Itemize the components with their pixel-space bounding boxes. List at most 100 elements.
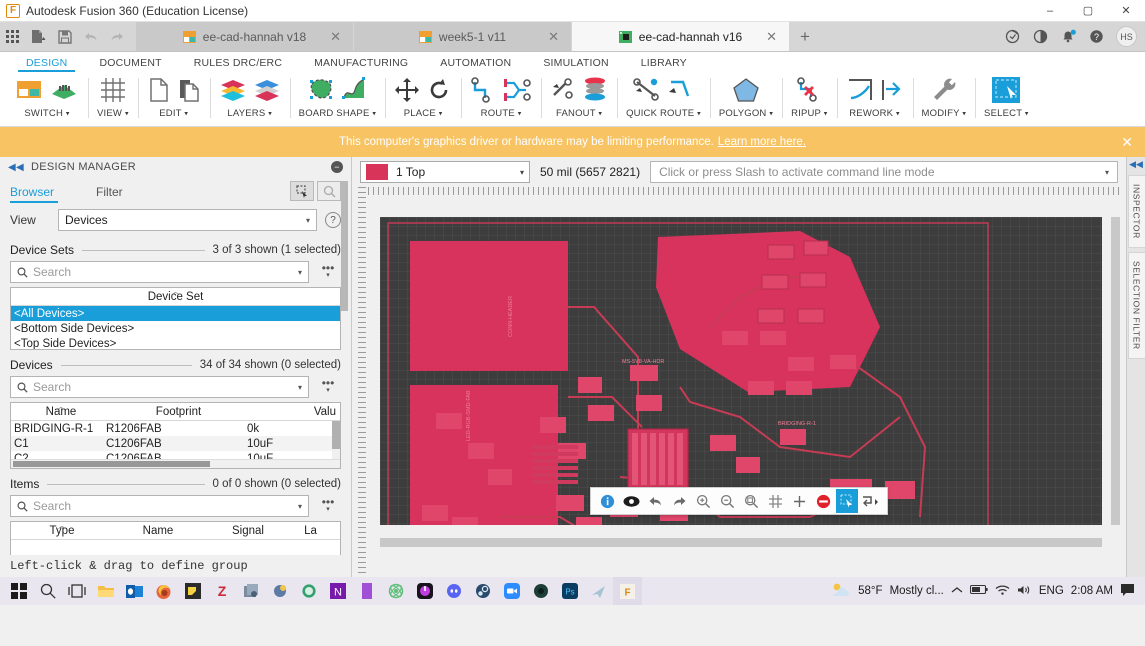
device-sets-list[interactable]: ︿ Device Set <All Devices> <Bottom Side … bbox=[10, 287, 341, 350]
chevron-down-icon[interactable]: ▾ bbox=[268, 110, 272, 117]
tab-browser[interactable]: Browser bbox=[10, 185, 68, 203]
column-layer[interactable]: La bbox=[293, 525, 328, 537]
ribbon-group-place[interactable]: PLACE ▾ bbox=[385, 72, 461, 126]
ribbon-group-ripup[interactable]: RIPUP ▾ bbox=[782, 72, 836, 126]
select-mode-button[interactable] bbox=[290, 181, 314, 201]
ribbon-group-select[interactable]: SELECT ▾ bbox=[975, 72, 1038, 126]
board-outline-icon[interactable] bbox=[307, 76, 335, 107]
wrench-icon[interactable] bbox=[930, 76, 958, 107]
firefox-icon[interactable] bbox=[149, 577, 178, 605]
chevron-down-icon[interactable]: ▾ bbox=[769, 110, 773, 117]
zoom-in-icon[interactable] bbox=[692, 489, 714, 513]
tab-ee-cad-hannah-v18[interactable]: ee-cad-hannah v18 ✕ bbox=[136, 22, 354, 51]
switch-to-schematic-icon[interactable] bbox=[15, 77, 43, 106]
zoom-out-icon[interactable] bbox=[716, 489, 738, 513]
app-icon-9[interactable] bbox=[265, 577, 294, 605]
device-sets-more-button[interactable]: ••• ▾ bbox=[315, 265, 341, 279]
tab-week5-1-v11[interactable]: week5-1 v11 ✕ bbox=[354, 22, 572, 51]
canvas-vertical-scrollbar[interactable] bbox=[1111, 217, 1120, 525]
fanout-icon[interactable] bbox=[550, 77, 576, 106]
canvas-horizontal-scrollbar[interactable] bbox=[380, 538, 1102, 547]
tab-close-icon[interactable]: ✕ bbox=[330, 30, 341, 43]
windows-start-icon[interactable] bbox=[4, 577, 33, 605]
paste-icon[interactable] bbox=[177, 76, 201, 107]
chevron-down-icon[interactable]: ▾ bbox=[372, 110, 376, 117]
scrollbar-thumb[interactable] bbox=[1111, 217, 1120, 525]
chevron-down-icon[interactable]: ▾ bbox=[439, 110, 443, 117]
column-type[interactable]: ︿ Type bbox=[11, 525, 113, 537]
chevron-down-icon[interactable]: ▾ bbox=[184, 110, 188, 117]
quick-route-icon[interactable] bbox=[633, 77, 661, 106]
table-row[interactable]: BRIDGING-R-1 R1206FAB 0k bbox=[11, 421, 340, 436]
items-table[interactable]: ︿ Type Name Signal La bbox=[10, 521, 341, 557]
ripup-icon[interactable] bbox=[796, 77, 822, 106]
save-icon[interactable] bbox=[52, 22, 78, 51]
no-entry-icon[interactable] bbox=[812, 489, 834, 513]
app-icon-20[interactable] bbox=[584, 577, 613, 605]
onenote-icon[interactable]: N bbox=[323, 577, 352, 605]
chevron-down-icon[interactable]: ▾ bbox=[125, 110, 129, 117]
panel-minimize-icon[interactable]: − bbox=[331, 161, 343, 173]
steam-icon[interactable] bbox=[468, 577, 497, 605]
ribbon-group-polygon[interactable]: POLYGON ▾ bbox=[710, 72, 782, 126]
chevron-down-icon[interactable]: ▾ bbox=[896, 110, 900, 117]
outlook-icon[interactable] bbox=[120, 577, 149, 605]
ribbon-group-view[interactable]: VIEW ▾ bbox=[88, 72, 138, 126]
show-hidden-icons[interactable] bbox=[951, 585, 963, 598]
close-button[interactable]: ✕ bbox=[1107, 0, 1145, 22]
scrollbar-thumb[interactable] bbox=[380, 538, 1102, 547]
grid-icon[interactable] bbox=[764, 489, 786, 513]
zoom-mode-button[interactable] bbox=[317, 181, 341, 201]
ribbon-tab-manufacturing[interactable]: MANUFACTURING bbox=[298, 57, 424, 72]
maximize-button[interactable]: ▢ bbox=[1069, 0, 1107, 22]
file-explorer-icon[interactable] bbox=[91, 577, 120, 605]
layer-stack-icon[interactable] bbox=[253, 77, 281, 106]
copy-icon[interactable] bbox=[147, 76, 171, 107]
new-tab-button[interactable]: + bbox=[790, 22, 820, 51]
rotate-icon[interactable] bbox=[426, 77, 452, 106]
minimize-button[interactable]: – bbox=[1031, 0, 1069, 22]
route-trace-icon[interactable] bbox=[470, 77, 496, 106]
ribbon-group-board-shape[interactable]: BOARD SHAPE ▾ bbox=[290, 72, 385, 126]
ribbon-group-switch[interactable]: SWITCH ▾ bbox=[6, 72, 88, 126]
devices-vertical-scrollbar[interactable] bbox=[332, 421, 340, 459]
column-name[interactable]: Name bbox=[113, 525, 203, 537]
items-more-button[interactable]: ••• ▾ bbox=[315, 499, 341, 513]
quick-trace-icon[interactable] bbox=[667, 77, 693, 106]
command-line-input[interactable]: Click or press Slash to activate command… bbox=[650, 161, 1118, 183]
new-document-icon[interactable] bbox=[26, 22, 52, 51]
chevron-down-icon[interactable]: ▾ bbox=[1025, 110, 1029, 117]
redo-icon[interactable] bbox=[104, 22, 130, 51]
ribbon-group-quick-route[interactable]: QUICK ROUTE ▾ bbox=[617, 72, 710, 126]
scrollbar-thumb[interactable] bbox=[341, 181, 348, 311]
view-help-icon[interactable]: ? bbox=[325, 212, 341, 228]
devices-more-button[interactable]: ••• ▾ bbox=[315, 380, 341, 394]
devices-search-input[interactable]: Search ▾ bbox=[10, 376, 309, 398]
chevron-down-icon[interactable]: ▾ bbox=[518, 110, 522, 117]
ribbon-group-layers[interactable]: LAYERS ▾ bbox=[210, 72, 290, 126]
app-icon-18[interactable] bbox=[526, 577, 555, 605]
route-mode-icon[interactable] bbox=[860, 489, 882, 513]
banner-close-icon[interactable]: ✕ bbox=[1121, 134, 1133, 151]
column-name[interactable]: ︿ Name bbox=[11, 406, 111, 418]
notifications-bell-icon[interactable] bbox=[1056, 24, 1081, 49]
device-set-row-bottom-side[interactable]: <Bottom Side Devices> bbox=[11, 321, 340, 336]
zoom-fit-icon[interactable] bbox=[740, 489, 762, 513]
items-search-input[interactable]: Search ▾ bbox=[10, 495, 309, 517]
via-stack-icon[interactable] bbox=[582, 77, 608, 106]
devices-horizontal-scrollbar[interactable] bbox=[11, 459, 340, 468]
ribbon-group-modify[interactable]: MODIFY ▾ bbox=[913, 72, 976, 126]
grid-view-icon[interactable] bbox=[98, 76, 128, 107]
view-select[interactable]: Devices ▾ bbox=[58, 209, 317, 231]
expand-panel-icon[interactable]: ◀◀ bbox=[1129, 157, 1143, 171]
tab-selection-filter[interactable]: SELECTION FILTER bbox=[1128, 252, 1145, 359]
chevron-down-icon[interactable]: ▾ bbox=[697, 110, 701, 117]
fusion360-icon[interactable]: F bbox=[613, 577, 642, 605]
battery-icon[interactable] bbox=[970, 584, 988, 598]
ribbon-tab-automation[interactable]: AUTOMATION bbox=[424, 57, 527, 72]
add-icon[interactable] bbox=[788, 489, 810, 513]
zotero-icon[interactable]: Z bbox=[207, 577, 236, 605]
column-footprint[interactable]: Footprint bbox=[111, 406, 246, 418]
twitch-icon[interactable] bbox=[410, 577, 439, 605]
chevron-down-icon[interactable]: ▾ bbox=[306, 216, 310, 225]
